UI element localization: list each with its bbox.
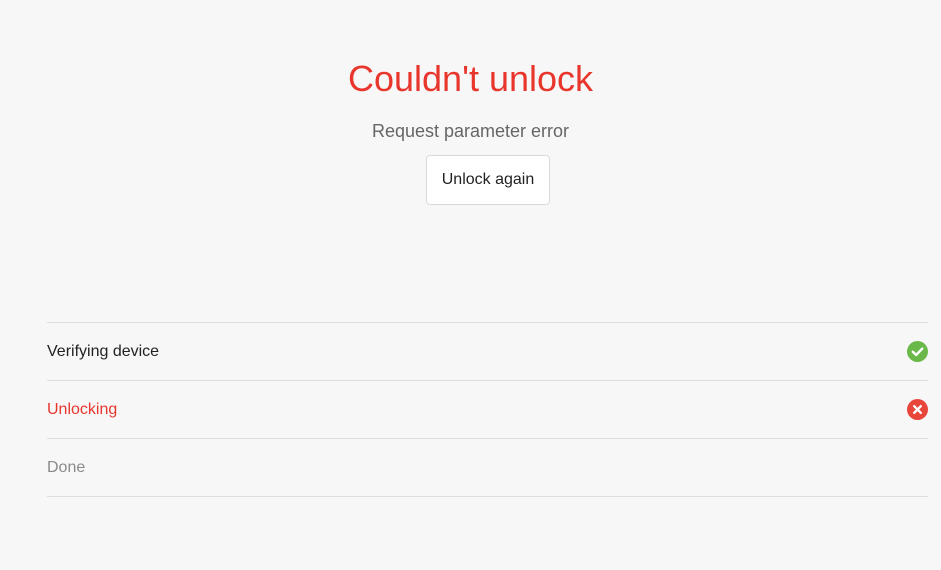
step-label: Unlocking — [47, 400, 118, 418]
progress-steps: Verifying device Unlocking Done — [47, 322, 928, 497]
step-unlocking: Unlocking — [47, 381, 928, 439]
x-circle-icon — [907, 399, 928, 420]
check-circle-icon — [907, 341, 928, 362]
page-title: Couldn't unlock — [347, 58, 594, 99]
step-label: Done — [47, 458, 86, 476]
unlock-again-button[interactable]: Unlock again — [426, 155, 550, 205]
step-verifying-device: Verifying device — [47, 323, 928, 381]
step-label: Verifying device — [47, 342, 160, 360]
error-message: Request parameter error — [371, 121, 570, 141]
step-done: Done — [47, 439, 928, 497]
